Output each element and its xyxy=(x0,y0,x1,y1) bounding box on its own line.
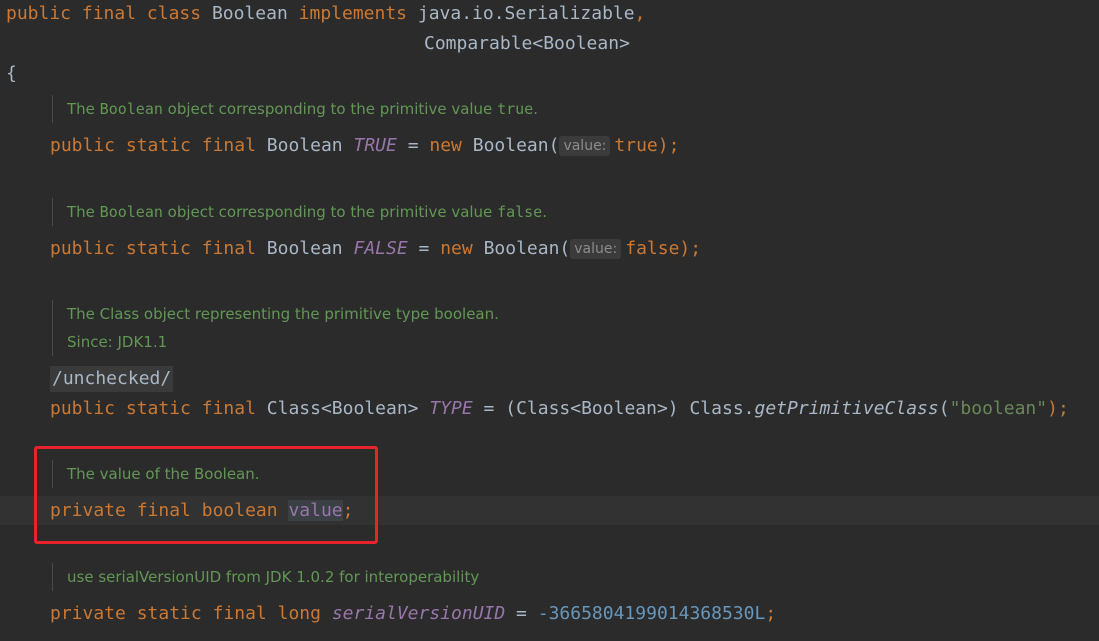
parameter-hint: value: xyxy=(570,239,622,259)
constructor-call: Boolean( xyxy=(483,238,571,259)
interface-name: Comparable<Boolean> xyxy=(424,33,630,54)
operator: = xyxy=(516,603,527,624)
argument: true xyxy=(614,135,658,156)
comma: , xyxy=(634,3,646,24)
doc-code: false xyxy=(497,203,543,221)
keyword: final xyxy=(201,238,256,259)
javadoc-serial[interactable]: use serialVersionUID from JDK 1.0.2 for … xyxy=(52,563,479,591)
type-name: Boolean xyxy=(266,238,343,259)
doc-since: Since: JDK1.1 xyxy=(67,333,168,351)
keyword: public xyxy=(50,135,116,156)
javadoc-false[interactable]: The Boolean object corresponding to the … xyxy=(52,198,547,226)
close-paren: ); xyxy=(679,238,702,259)
string-literal: "boolean" xyxy=(949,398,1048,419)
keyword: static xyxy=(125,135,191,156)
keyword: class xyxy=(146,3,202,24)
keyword: final xyxy=(81,3,137,24)
field-type-declaration[interactable]: public static final Class<Boolean> TYPE … xyxy=(50,397,1069,421)
doc-text: . xyxy=(533,100,538,118)
type-name: Class<Boolean> xyxy=(266,398,419,419)
close-paren: ); xyxy=(1047,398,1069,419)
highlight-box xyxy=(34,446,378,544)
field-true-declaration[interactable]: public static final Boolean TRUE = new B… xyxy=(50,134,679,158)
field-name: TRUE xyxy=(353,135,397,156)
operator: = xyxy=(407,135,419,156)
keyword: static xyxy=(125,398,191,419)
field-name: serialVersionUID xyxy=(331,603,506,624)
keyword: static xyxy=(125,238,191,259)
suppress-warnings-annotation[interactable]: /unchecked/ xyxy=(50,366,174,392)
constructor-call: Boolean( xyxy=(472,135,560,156)
method-call: getPrimitiveClass xyxy=(754,398,939,419)
doc-text: The Class object representing the primit… xyxy=(67,305,499,323)
keyword: private xyxy=(50,603,126,624)
doc-code: Boolean xyxy=(99,100,163,118)
keyword: final xyxy=(201,135,256,156)
field-serial-declaration[interactable]: private static final long serialVersionU… xyxy=(50,602,776,626)
type-name: Boolean xyxy=(266,135,343,156)
doc-text: The xyxy=(67,203,100,221)
keyword: public xyxy=(50,398,116,419)
operator: = xyxy=(418,238,430,259)
keyword: new xyxy=(429,135,462,156)
keyword: public xyxy=(50,238,116,259)
type-name: long xyxy=(277,603,321,624)
keyword: implements xyxy=(298,3,408,24)
doc-text: use serialVersionUID from JDK 1.0.2 for … xyxy=(67,568,480,586)
javadoc-type[interactable]: The Class object representing the primit… xyxy=(52,300,499,356)
open-brace-line[interactable]: { xyxy=(6,62,17,86)
argument: false xyxy=(625,238,680,259)
parameter-hint: value: xyxy=(559,136,611,156)
doc-text: object corresponding to the primitive va… xyxy=(162,100,498,118)
class-declaration-line-2[interactable]: Comparable<Boolean> xyxy=(424,32,630,56)
doc-text: object corresponding to the primitive va… xyxy=(162,203,498,221)
operator: = xyxy=(483,398,495,419)
semicolon: ; xyxy=(765,603,777,624)
keyword: final xyxy=(201,398,256,419)
keyword: public xyxy=(6,3,72,24)
receiver: Class. xyxy=(689,398,755,419)
open-brace: { xyxy=(6,63,17,84)
close-paren: ); xyxy=(657,135,680,156)
cast: (Class<Boolean>) xyxy=(505,398,679,419)
field-false-declaration[interactable]: public static final Boolean FALSE = new … xyxy=(50,237,701,261)
javadoc-true[interactable]: The Boolean object corresponding to the … xyxy=(52,95,538,123)
field-name: FALSE xyxy=(353,238,408,259)
field-name: TYPE xyxy=(429,398,473,419)
number-literal: -3665804199014368530L xyxy=(537,603,766,624)
doc-code: true xyxy=(497,100,534,118)
class-name: Boolean xyxy=(211,3,288,24)
doc-text: The xyxy=(67,100,100,118)
open-paren: ( xyxy=(938,398,950,419)
keyword: final xyxy=(212,603,267,624)
interface-name: java.io.Serializable xyxy=(417,3,635,24)
class-declaration-line[interactable]: public final class Boolean implements ja… xyxy=(6,2,645,26)
keyword: static xyxy=(136,603,202,624)
doc-text: . xyxy=(542,203,547,221)
keyword: new xyxy=(440,238,473,259)
doc-code: Boolean xyxy=(99,203,163,221)
